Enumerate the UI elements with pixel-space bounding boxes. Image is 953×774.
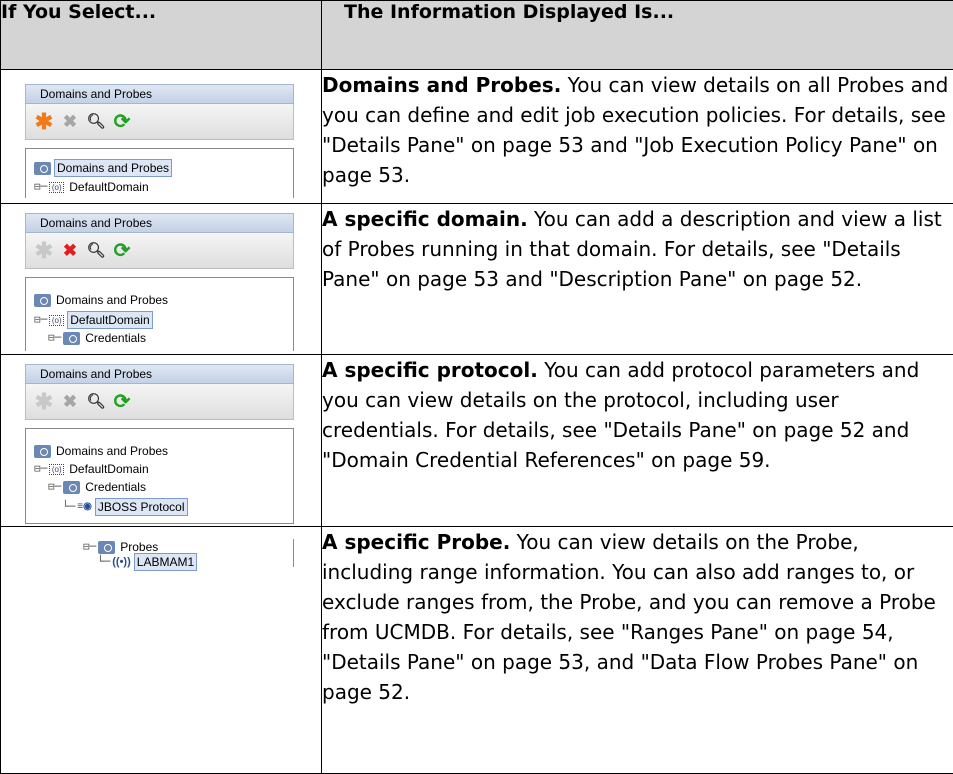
panel-toolbar: ✱ ✖ 🔍︎ ⟳	[25, 384, 294, 420]
table-row: Domains and Probes ✱ ✖ 🔍︎ ⟳ Domains and …	[0, 354, 953, 527]
domains-probes-panel: Domains and Probes ✱ ✖ 🔍︎ ⟳ Domains and …	[25, 364, 294, 524]
tree-node-label: Credentials	[85, 331, 146, 345]
info-table: If You Select... The Information Display…	[0, 0, 953, 774]
panel-title: Domains and Probes	[25, 84, 294, 104]
tree-connector-icon: └─	[97, 555, 111, 568]
search-icon[interactable]: 🔍︎	[86, 112, 106, 132]
column-header-info: The Information Displayed Is...	[321, 0, 953, 70]
panel-toolbar: ✱ ✖ 🔍︎ ⟳	[25, 104, 294, 140]
delete-x-icon[interactable]: ✖	[60, 392, 80, 412]
description-cell: A specific domain. You can add a descrip…	[321, 203, 953, 355]
domain-icon: (o)	[49, 463, 65, 475]
domain-icon: (o)	[49, 181, 65, 193]
tree-connector-icon: ⊟─	[48, 480, 62, 493]
tree-node-domain[interactable]: ⊟─ (o) DefaultDomain	[34, 311, 153, 329]
panel-tree: Domains and Probes ⊟─ (o) DefaultDomain …	[25, 428, 294, 524]
new-star-icon[interactable]: ✱	[34, 110, 54, 132]
domain-icon: (o)	[49, 314, 65, 326]
table-header-row: If You Select... The Information Display…	[0, 0, 953, 70]
folder-icon	[34, 161, 51, 175]
tree-node-label: JBOSS Protocol	[94, 498, 188, 516]
description-cell: A specific protocol. You can add protoco…	[321, 354, 953, 527]
tree-node-domain[interactable]: ⊟─ (o) DefaultDomain	[34, 179, 151, 195]
folder-icon	[63, 480, 81, 494]
tree-node-domain[interactable]: ⊟─ (o) DefaultDomain	[34, 461, 151, 477]
tree-node-credentials[interactable]: ⊟─ Credentials	[48, 479, 148, 495]
tree-node-label: DefaultDomain	[69, 180, 149, 194]
panel-toolbar: ✱ ✖ 🔍︎ ⟳	[25, 233, 294, 269]
tree-node-protocol[interactable]: └─ ≡◉ JBOSS Protocol	[62, 498, 188, 516]
probe-icon: ((•))	[112, 556, 131, 568]
description-text: You can view details on the Probe, inclu…	[322, 530, 936, 704]
screenshot-cell: Domains and Probes ✱ ✖ 🔍︎ ⟳ Domains and …	[0, 203, 322, 355]
tree-node-label: Domains and Probes	[54, 159, 173, 177]
refresh-icon[interactable]: ⟳	[112, 112, 132, 132]
tree-connector-icon: ⊟─	[48, 331, 62, 344]
folder-icon	[34, 444, 51, 458]
search-icon[interactable]: 🔍︎	[86, 241, 106, 261]
tree-node-root[interactable]: Domains and Probes	[34, 443, 170, 459]
screenshot-cell: Domains and Probes ✱ ✖ 🔍︎ ⟳ Domains and …	[0, 69, 322, 204]
tree-connector-icon: └─	[62, 500, 76, 513]
description-cell: A specific Probe. You can view details o…	[321, 526, 953, 774]
tree-connector-icon: ⊟─	[34, 462, 48, 475]
tree-node-label: LABMAM1	[133, 553, 198, 571]
new-star-icon[interactable]: ✱	[34, 239, 54, 261]
tree-node-label: Domains and Probes	[56, 444, 169, 458]
folder-icon	[34, 293, 51, 307]
search-icon[interactable]: 🔍︎	[86, 392, 106, 412]
domains-probes-panel: Domains and Probes ✱ ✖ 🔍︎ ⟳ Domains and …	[25, 84, 294, 198]
tree-connector-icon: ⊟─	[34, 180, 48, 193]
tree-node-probe[interactable]: └─ ((•)) LABMAM1	[97, 553, 198, 571]
probes-panel: ⊟─ Probes └─ ((•)) LABMAM1	[25, 539, 294, 571]
protocol-icon: ≡◉	[77, 501, 92, 512]
description-lead: Domains and Probes.	[322, 73, 562, 97]
panel-tree: Domains and Probes ⊟─ (o) DefaultDomain …	[25, 277, 294, 351]
screenshot-cell: ⊟─ Probes └─ ((•)) LABMAM1	[0, 526, 322, 774]
panel-title: Domains and Probes	[25, 213, 294, 233]
new-star-icon[interactable]: ✱	[34, 390, 54, 412]
column-header-select: If You Select...	[0, 0, 322, 70]
tree-node-root[interactable]: Domains and Probes	[34, 159, 173, 177]
description-cell: Domains and Probes. You can view details…	[321, 69, 953, 204]
panel-tree: Domains and Probes ⊟─ (o) DefaultDomain	[25, 148, 294, 198]
description-lead: A specific Probe.	[322, 530, 511, 554]
description-lead: A specific protocol.	[322, 358, 538, 382]
refresh-icon[interactable]: ⟳	[112, 241, 132, 261]
delete-x-icon[interactable]: ✖	[60, 112, 80, 132]
domains-probes-panel: Domains and Probes ✱ ✖ 🔍︎ ⟳ Domains and …	[25, 213, 294, 351]
refresh-icon[interactable]: ⟳	[112, 392, 132, 412]
tree-node-root[interactable]: Domains and Probes	[34, 292, 170, 308]
tree-node-label: DefaultDomain	[67, 311, 153, 329]
folder-icon	[63, 331, 81, 345]
table-row: Domains and Probes ✱ ✖ 🔍︎ ⟳ Domains and …	[0, 203, 953, 355]
folder-icon	[98, 540, 116, 554]
tree-border-line	[293, 539, 294, 567]
delete-x-icon[interactable]: ✖	[60, 241, 80, 261]
table-row: Domains and Probes ✱ ✖ 🔍︎ ⟳ Domains and …	[0, 69, 953, 204]
tree-node-credentials[interactable]: ⊟─ Credentials	[48, 330, 148, 346]
tree-connector-icon: ⊟─	[83, 540, 97, 553]
tree-node-label: Domains and Probes	[56, 293, 169, 307]
table-row: ⊟─ Probes └─ ((•)) LABMAM1 A specific Pr…	[0, 526, 953, 774]
screenshot-cell: Domains and Probes ✱ ✖ 🔍︎ ⟳ Domains and …	[0, 354, 322, 527]
tree-node-label: Credentials	[85, 480, 146, 494]
panel-title: Domains and Probes	[25, 364, 294, 384]
description-lead: A specific domain.	[322, 207, 528, 231]
tree-node-label: DefaultDomain	[69, 462, 149, 476]
tree-connector-icon: ⊟─	[34, 313, 48, 326]
